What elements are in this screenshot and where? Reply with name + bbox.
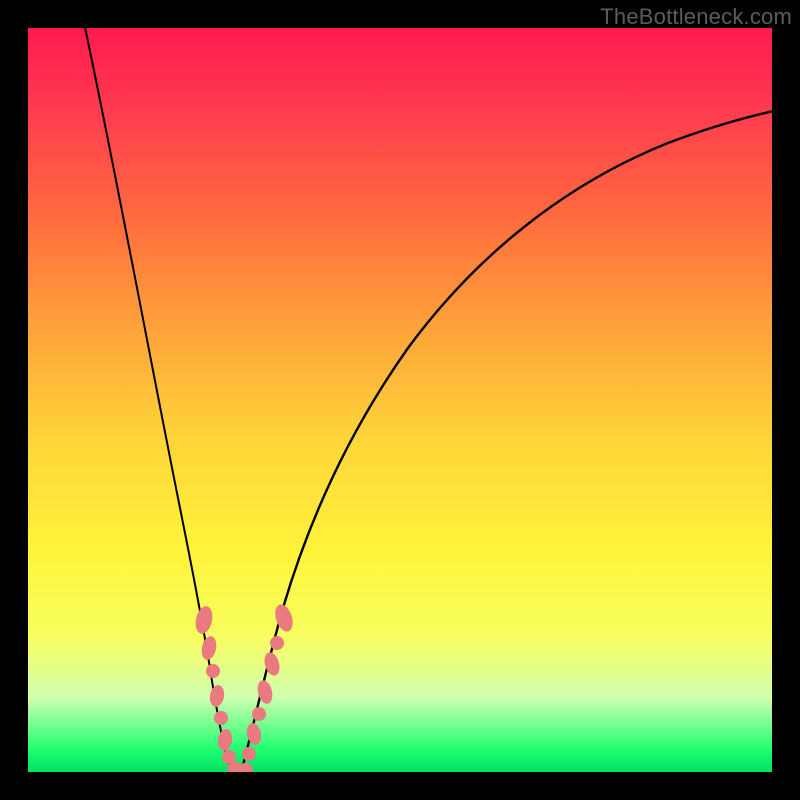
curve-right-arm <box>242 108 772 769</box>
attribution-text: TheBottleneck.com <box>600 4 792 30</box>
bottleneck-curve <box>28 28 772 772</box>
nodule-cluster <box>193 602 296 772</box>
chart-area <box>28 28 772 772</box>
